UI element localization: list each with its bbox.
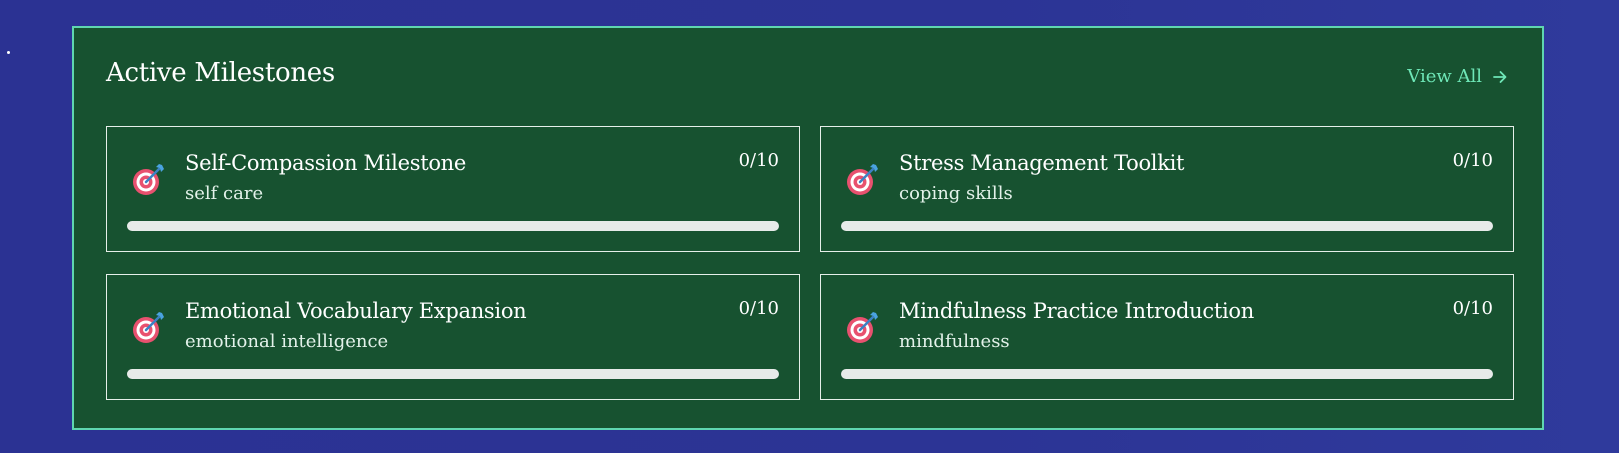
progress-bar: [127, 221, 779, 231]
milestone-title: Emotional Vocabulary Expansion: [185, 299, 527, 323]
panel-title: Active Milestones: [106, 58, 335, 88]
progress-bar: [841, 369, 1493, 379]
milestone-card[interactable]: Emotional Vocabulary Expansion emotional…: [106, 274, 800, 400]
view-all-label: View All: [1407, 66, 1482, 87]
milestone-category: mindfulness: [899, 331, 1010, 352]
milestone-card[interactable]: Self-Compassion Milestone self care 0/10: [106, 126, 800, 252]
milestone-category: self care: [185, 183, 264, 204]
milestone-count: 0/10: [738, 298, 779, 319]
active-milestones-panel: Active Milestones View All Self-Compassi…: [72, 26, 1544, 430]
target-icon: [133, 164, 164, 195]
milestone-category: coping skills: [899, 183, 1013, 204]
milestone-category: emotional intelligence: [185, 331, 389, 352]
milestone-card[interactable]: Mindfulness Practice Introduction mindfu…: [820, 274, 1514, 400]
milestone-title: Mindfulness Practice Introduction: [899, 299, 1254, 323]
milestone-count: 0/10: [1452, 150, 1493, 171]
target-icon: [133, 312, 164, 343]
background-star: [7, 51, 10, 54]
milestone-title: Self-Compassion Milestone: [185, 151, 467, 175]
arrow-right-icon: [1493, 70, 1507, 83]
target-icon: [847, 164, 878, 195]
milestone-count: 0/10: [1452, 298, 1493, 319]
milestone-card[interactable]: Stress Management Toolkit coping skills …: [820, 126, 1514, 252]
milestone-title: Stress Management Toolkit: [899, 151, 1185, 175]
progress-bar: [127, 369, 779, 379]
view-all-link[interactable]: View All: [1407, 66, 1508, 87]
progress-bar: [841, 221, 1493, 231]
milestone-count: 0/10: [738, 150, 779, 171]
target-icon: [847, 312, 878, 343]
